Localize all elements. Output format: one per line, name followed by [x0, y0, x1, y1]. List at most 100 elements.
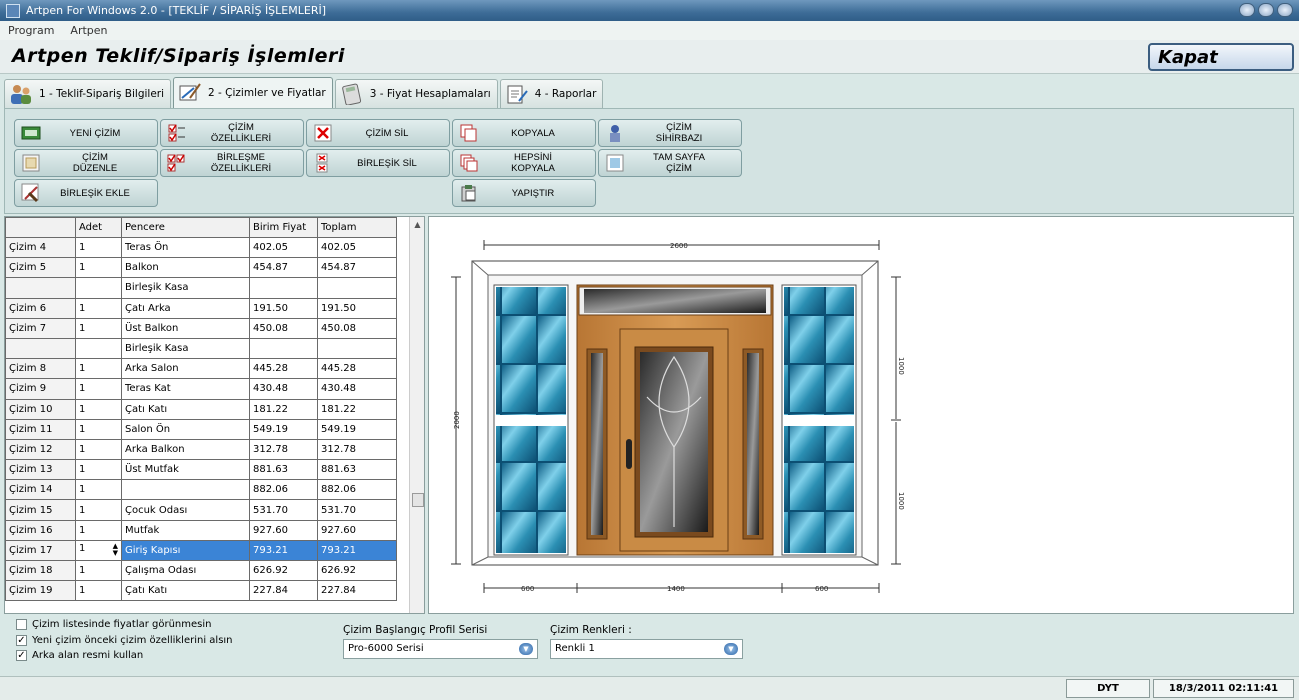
- yapistir-button[interactable]: YAPIŞTIR: [452, 179, 596, 207]
- tab-cizimler-fiyatlar[interactable]: 2 - Çizimler ve Fiyatlar: [173, 77, 333, 108]
- table-row[interactable]: Çizim 9 1 Teras Kat 430.48 430.48: [5, 378, 397, 400]
- adet-cell[interactable]: 1: [75, 378, 122, 400]
- table-row[interactable]: Çizim 17 1 ▲ ▼ Giriş Kapısı 793.21 793.21: [5, 539, 397, 562]
- row-id-cell[interactable]: Çizim 4: [5, 236, 76, 259]
- birim-fiyat-cell[interactable]: 882.06: [249, 479, 318, 501]
- birim-fiyat-cell[interactable]: 402.05: [249, 236, 318, 259]
- adet-cell[interactable]: 1: [75, 559, 122, 582]
- birim-fiyat-cell[interactable]: 430.48: [249, 378, 318, 400]
- menu-artpen[interactable]: Artpen: [62, 24, 115, 37]
- table-row[interactable]: Çizim 18 1 Çalışma Odası 626.92 626.92: [5, 559, 397, 582]
- window-door-drawing[interactable]: 2600 2000 1000 1000 600 1400 600: [429, 217, 1295, 615]
- table-row[interactable]: Çizim 5 1 Balkon 454.87 454.87: [5, 257, 397, 279]
- pencere-cell[interactable]: Salon Ön: [121, 418, 250, 440]
- adet-cell[interactable]: 1: [75, 297, 122, 319]
- toplam-cell[interactable]: 793.21: [317, 539, 397, 562]
- chevron-down-icon[interactable]: ▼: [519, 643, 533, 655]
- toplam-cell[interactable]: 450.08: [317, 317, 397, 339]
- table-row[interactable]: Çizim 4 1 Teras Ön 402.05 402.05: [5, 236, 397, 259]
- hide-prices-checkbox[interactable]: Çizim listesinde fiyatlar görünmesin: [16, 619, 212, 630]
- adet-cell[interactable]: 1: [75, 317, 122, 339]
- tab-raporlar[interactable]: 4 - Raporlar: [499, 79, 604, 108]
- table-row[interactable]: Çizim 13 1 Üst Mutfak 881.63 881.63: [5, 459, 397, 481]
- checkbox-box[interactable]: [16, 619, 27, 630]
- use-background-checkbox[interactable]: ✓ Arka alan resmi kullan: [16, 650, 143, 661]
- toplam-cell[interactable]: 626.92: [317, 559, 397, 582]
- birim-fiyat-cell[interactable]: 626.92: [249, 559, 318, 582]
- birim-fiyat-cell[interactable]: 450.08: [249, 317, 318, 339]
- checkbox-box[interactable]: ✓: [16, 650, 27, 661]
- table-row[interactable]: Çizim 10 1 Çatı Katı 181.22 181.22: [5, 398, 397, 420]
- toplam-cell[interactable]: 549.19: [317, 418, 397, 440]
- birim-fiyat-cell[interactable]: 793.21: [249, 539, 318, 562]
- birim-fiyat-cell[interactable]: 227.84: [249, 580, 318, 602]
- row-id-cell[interactable]: Çizim 19: [5, 580, 76, 602]
- pencere-cell[interactable]: Çalışma Odası: [121, 559, 250, 582]
- adet-cell[interactable]: 1: [75, 358, 122, 380]
- birim-fiyat-cell[interactable]: [249, 337, 318, 360]
- table-row[interactable]: Birleşik Kasa: [5, 277, 397, 299]
- birim-fiyat-cell[interactable]: [249, 277, 318, 299]
- pencere-cell[interactable]: Balkon: [121, 257, 250, 279]
- pencere-cell[interactable]: [121, 479, 250, 501]
- tab-fiyat-hesaplamalari[interactable]: 3 - Fiyat Hesaplamaları: [334, 79, 498, 108]
- toplam-cell[interactable]: [317, 277, 397, 299]
- toplam-cell[interactable]: 531.70: [317, 499, 397, 521]
- row-id-cell[interactable]: Çizim 17: [5, 539, 76, 562]
- hepsini-kopyala-button[interactable]: HEPSİNİ KOPYALA: [452, 149, 596, 177]
- toplam-cell[interactable]: 454.87: [317, 257, 397, 279]
- cizim-duzenle-button[interactable]: ÇİZİM DÜZENLE: [14, 149, 158, 177]
- row-id-cell[interactable]: Çizim 13: [5, 459, 76, 481]
- row-id-cell[interactable]: Çizim 9: [5, 378, 76, 400]
- adet-cell[interactable]: 1: [75, 418, 122, 440]
- drawing-colors-select[interactable]: Renkli 1 ▼: [550, 639, 743, 659]
- row-id-cell[interactable]: Çizim 8: [5, 358, 76, 380]
- pencere-cell[interactable]: Teras Ön: [121, 236, 250, 259]
- adet-cell[interactable]: [75, 277, 122, 299]
- table-row[interactable]: Çizim 12 1 Arka Balkon 312.78 312.78: [5, 438, 397, 461]
- pencere-cell[interactable]: Birleşik Kasa: [121, 277, 250, 299]
- row-id-cell[interactable]: Çizim 6: [5, 297, 76, 319]
- table-row[interactable]: Çizim 16 1 Mutfak 927.60 927.60: [5, 519, 397, 541]
- adet-value[interactable]: 1: [79, 543, 85, 554]
- birim-fiyat-cell[interactable]: 549.19: [249, 418, 318, 440]
- kapat-button[interactable]: Kapat: [1148, 43, 1294, 71]
- table-row[interactable]: Çizim 6 1 Çatı Arka 191.50 191.50: [5, 297, 397, 319]
- yeni-cizim-button[interactable]: YENİ ÇİZİM: [14, 119, 158, 147]
- row-id-cell[interactable]: Çizim 16: [5, 519, 76, 541]
- birim-fiyat-cell[interactable]: 181.22: [249, 398, 318, 420]
- scroll-thumb[interactable]: [412, 493, 424, 507]
- column-header-pencere[interactable]: Pencere: [121, 217, 250, 238]
- table-row[interactable]: Çizim 11 1 Salon Ön 549.19 549.19: [5, 418, 397, 440]
- pencere-cell[interactable]: Mutfak: [121, 519, 250, 541]
- adet-cell[interactable]: [75, 337, 122, 360]
- adet-cell[interactable]: 1: [75, 438, 122, 461]
- toplam-cell[interactable]: 312.78: [317, 438, 397, 461]
- tab-teklif-siparis[interactable]: 1 - Teklif-Sipariş Bilgileri: [4, 79, 172, 108]
- birlesik-sil-button[interactable]: BİRLEŞİK SİL: [306, 149, 450, 177]
- pencere-cell[interactable]: Giriş Kapısı: [121, 539, 250, 562]
- birlesme-ozellikleri-button[interactable]: BİRLEŞME ÖZELLİKLERİ: [160, 149, 304, 177]
- cizim-sil-button[interactable]: ÇİZİM SİL: [306, 119, 450, 147]
- table-row[interactable]: Çizim 15 1 Çocuk Odası 531.70 531.70: [5, 499, 397, 521]
- table-row[interactable]: Çizim 7 1 Üst Balkon 450.08 450.08: [5, 317, 397, 339]
- birlesik-ekle-button[interactable]: BİRLEŞİK EKLE: [14, 179, 158, 207]
- pencere-cell[interactable]: Birleşik Kasa: [121, 337, 250, 360]
- adet-cell[interactable]: 1: [75, 236, 122, 259]
- birim-fiyat-cell[interactable]: 454.87: [249, 257, 318, 279]
- row-id-cell[interactable]: Çizim 18: [5, 559, 76, 582]
- table-row[interactable]: Çizim 19 1 Çatı Katı 227.84 227.84: [5, 580, 397, 602]
- adet-cell[interactable]: 1 ▲ ▼: [75, 539, 122, 562]
- row-id-cell[interactable]: [5, 277, 76, 299]
- row-id-cell[interactable]: [5, 337, 76, 360]
- kopyala-button[interactable]: KOPYALA: [452, 119, 596, 147]
- toplam-cell[interactable]: 882.06: [317, 479, 397, 501]
- row-id-cell[interactable]: Çizim 14: [5, 479, 76, 501]
- toplam-cell[interactable]: 227.84: [317, 580, 397, 602]
- quantity-stepper-icon[interactable]: ▲ ▼: [113, 543, 118, 557]
- row-id-cell[interactable]: Çizim 7: [5, 317, 76, 339]
- toplam-cell[interactable]: 402.05: [317, 236, 397, 259]
- toplam-cell[interactable]: 445.28: [317, 358, 397, 380]
- grid-scrollbar[interactable]: ▲: [409, 217, 424, 613]
- maximize-button[interactable]: [1258, 3, 1274, 17]
